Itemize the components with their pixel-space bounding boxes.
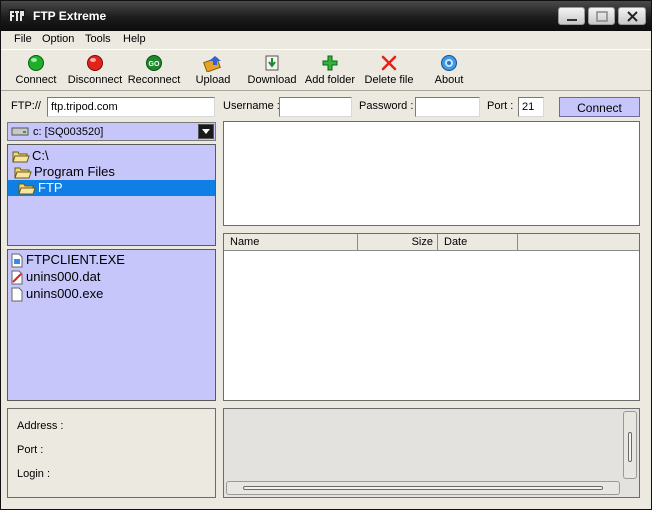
app-logo-icon [8,7,26,25]
tree-item-root[interactable]: C:\ [12,148,132,164]
x-icon [381,55,397,71]
directory-tree[interactable]: C:\ Program Files FTP [7,144,216,246]
chevron-down-icon[interactable] [198,124,214,139]
open-folder-icon [12,151,30,163]
menu-help[interactable]: Help [123,33,146,45]
scrollbar-thumb[interactable] [243,486,603,490]
column-header-name[interactable]: Name [224,234,358,251]
upload-tool-label: Upload [195,74,231,86]
app-window: FTP Extreme File Option Tools Help Conne… [0,0,652,510]
port-input[interactable]: 21 [518,97,544,117]
remote-directory-pane[interactable] [223,121,640,226]
scrollbar-thumb[interactable] [628,432,632,462]
column-header-blank [518,234,639,251]
download-icon [265,55,279,71]
file-name: unins000.dat [26,269,101,284]
local-file-list[interactable]: FTPCLIENT.EXE unins000.dat unins000.exe [7,249,216,401]
username-label: Username : [223,100,280,112]
menu-option[interactable]: Option [42,33,74,45]
menu-bar: File Option Tools Help [1,31,651,48]
upload-icon [203,56,221,72]
file-name: FTPCLIENT.EXE [26,252,125,267]
connect-button[interactable]: Connect [559,97,640,117]
delete-file-tool-label: Delete file [364,74,414,86]
connection-info-panel: Address : Port : Login : [7,408,216,498]
about-tool-button[interactable]: About [431,54,467,90]
open-folder-icon [18,183,36,195]
list-item[interactable]: unins000.exe [10,286,170,302]
port-info-label: Port : [17,444,44,456]
reconnect-tool-button[interactable]: GO Reconnect [127,54,181,90]
connect-tool-button[interactable]: Connect [13,54,59,90]
delete-file-tool-button[interactable]: Delete file [363,54,415,90]
drive-icon [11,127,29,136]
green-circle-icon [28,55,44,71]
remote-file-list[interactable]: Name Size Date [223,233,640,401]
drive-select-value: c: [SQ003520] [33,126,104,138]
maximize-button[interactable] [588,7,615,25]
tree-item-label: C:\ [32,148,49,163]
horizontal-scrollbar[interactable] [226,481,620,495]
download-tool-button[interactable]: Download [246,54,298,90]
plus-icon [322,55,338,71]
data-file-icon [11,270,23,285]
log-panel[interactable] [223,408,640,498]
login-label: Login : [17,468,51,480]
disconnect-tool-label: Disconnect [67,74,123,86]
password-input[interactable] [415,97,480,117]
toolbar: Connect Disconnect GO Reconnect Upload D… [1,49,651,91]
menu-tools[interactable]: Tools [85,33,111,45]
file-icon [11,287,23,302]
list-item[interactable]: unins000.dat [10,269,170,285]
close-button[interactable] [618,7,646,25]
tree-item-label: Program Files [34,164,115,179]
add-folder-tool-button[interactable]: Add folder [304,54,356,90]
reconnect-tool-label: Reconnect [127,74,181,86]
drive-select[interactable]: c: [SQ003520] [7,122,216,141]
disconnect-tool-button[interactable]: Disconnect [67,54,123,90]
username-input[interactable] [279,97,352,117]
open-folder-icon [14,167,32,179]
red-circle-icon [87,55,103,71]
download-tool-label: Download [247,74,297,86]
vertical-scrollbar[interactable] [623,411,637,479]
ftp-label: FTP:// [11,100,41,112]
tree-item-label: FTP [38,180,63,195]
port-label: Port : [487,100,514,112]
file-name: unins000.exe [26,286,104,301]
go-icon: GO [146,55,162,71]
upload-tool-button[interactable]: Upload [193,54,233,90]
password-label: Password : [359,100,414,112]
svg-text:GO: GO [149,61,160,68]
add-folder-tool-label: Add folder [304,74,356,86]
tree-item-program-files[interactable]: Program Files [14,164,164,180]
host-input[interactable]: ftp.tripod.com [47,97,215,117]
minimize-button[interactable] [558,7,585,25]
connect-tool-label: Connect [15,74,57,86]
tree-item-ftp[interactable]: FTP [8,180,215,196]
info-icon [441,55,457,71]
window-title: FTP Extreme [33,9,107,23]
title-bar[interactable]: FTP Extreme [1,1,651,31]
menu-file[interactable]: File [14,33,32,45]
column-header-date[interactable]: Date [438,234,518,251]
about-tool-label: About [434,74,464,86]
executable-file-icon [11,253,23,268]
list-item[interactable]: FTPCLIENT.EXE [10,252,170,268]
address-label: Address : [17,420,64,432]
column-header-size[interactable]: Size [358,234,438,251]
